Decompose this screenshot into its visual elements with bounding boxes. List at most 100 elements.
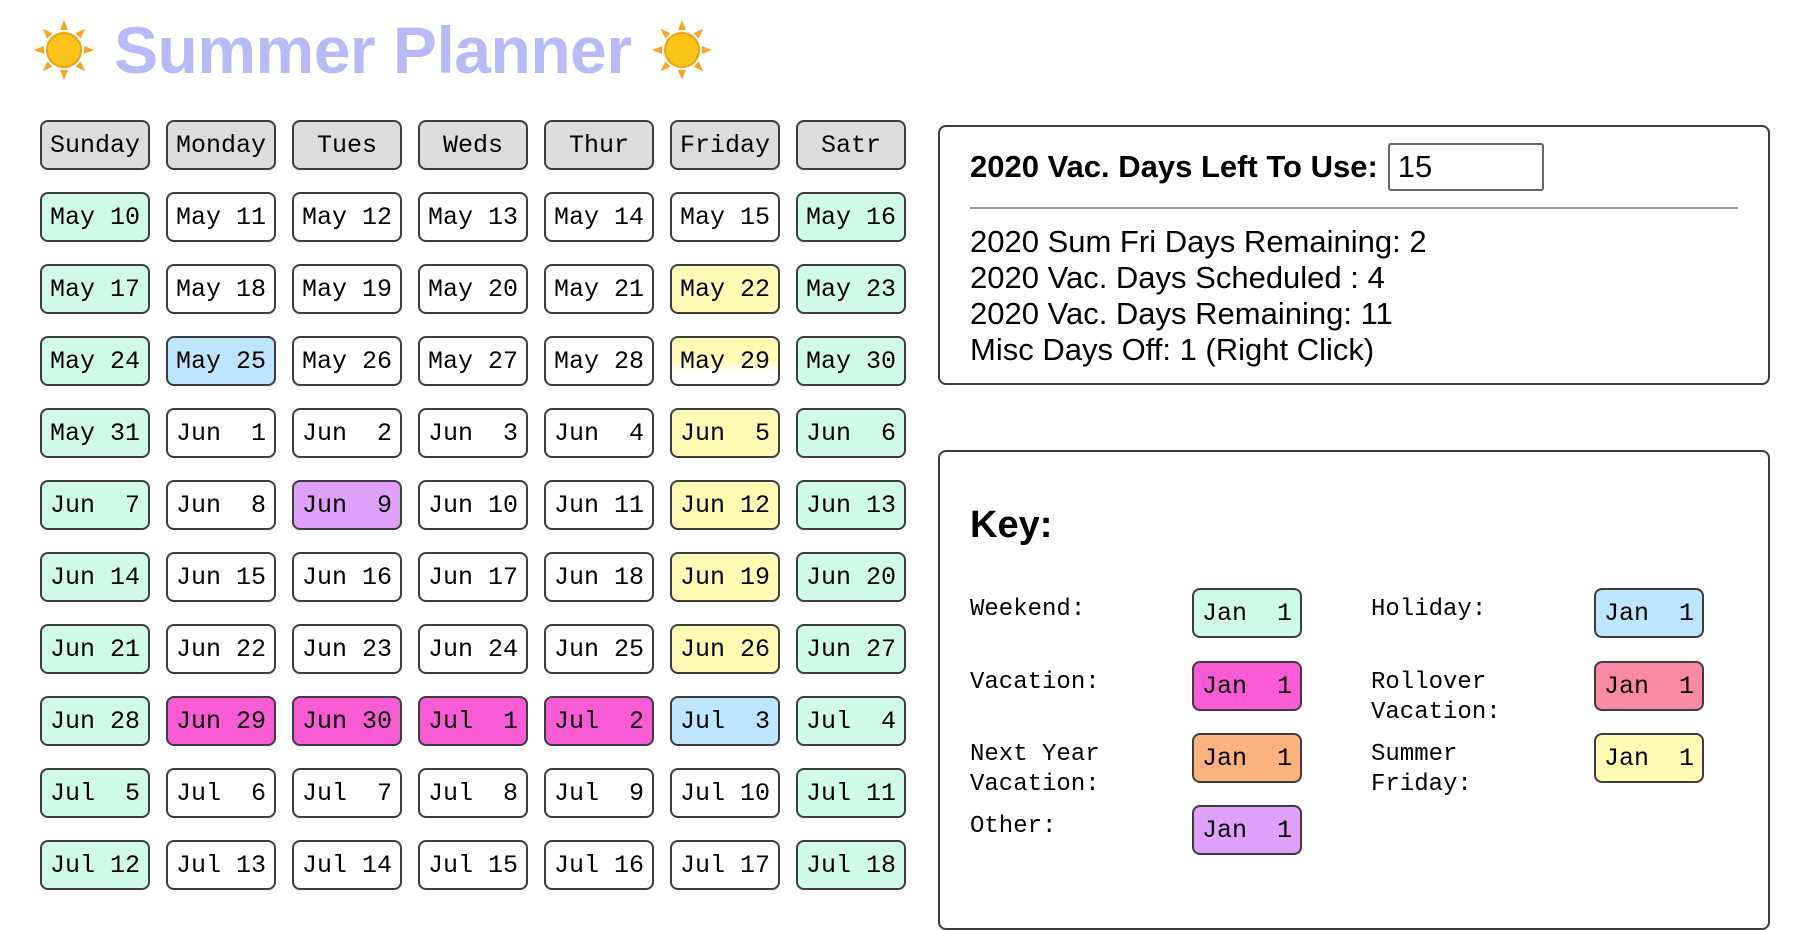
calendar-day-normal[interactable]: Jul 7 xyxy=(292,768,402,818)
day-header: Monday xyxy=(166,120,276,170)
key-label-rollover: Rollover Vacation: xyxy=(1371,669,1501,726)
calendar-day-normal[interactable]: Jun 22 xyxy=(166,624,276,674)
calendar-day-summer-friday[interactable]: Jun 5 xyxy=(670,408,780,458)
calendar-day-weekend[interactable]: May 10 xyxy=(40,192,150,242)
calendar-day-normal[interactable]: May 18 xyxy=(166,264,276,314)
key-label-next-year: Next Year Vacation: xyxy=(970,741,1100,798)
calendar-day-normal[interactable]: Jun 8 xyxy=(166,480,276,530)
calendar-day-weekend[interactable]: May 23 xyxy=(796,264,906,314)
vac-days-label: 2020 Vac. Days Left To Use: xyxy=(970,149,1378,184)
key-swatch-holiday: Jan 1 xyxy=(1594,588,1704,638)
vac-days-remaining: 2020 Vac. Days Remaining: 11 xyxy=(970,296,1393,331)
calendar-day-weekend[interactable]: May 30 xyxy=(796,336,906,386)
key-label-holiday: Holiday: xyxy=(1371,596,1487,623)
vac-days-row: 2020 Vac. Days Left To Use: xyxy=(970,143,1544,191)
key-label-summer-friday: Summer Friday: xyxy=(1371,741,1472,798)
calendar-day-weekend[interactable]: Jun 20 xyxy=(796,552,906,602)
calendar-day-weekend[interactable]: Jun 7 xyxy=(40,480,150,530)
calendar-day-normal[interactable]: Jun 11 xyxy=(544,480,654,530)
calendar-day-weekend[interactable]: May 24 xyxy=(40,336,150,386)
calendar-day-normal[interactable]: May 27 xyxy=(418,336,528,386)
divider xyxy=(970,207,1738,209)
calendar-day-weekend[interactable]: Jun 27 xyxy=(796,624,906,674)
calendar-day-normal[interactable]: Jul 16 xyxy=(544,840,654,890)
calendar-day-normal[interactable]: May 14 xyxy=(544,192,654,242)
key-swatch-next-year: Jan 1 xyxy=(1192,733,1302,783)
vac-days-input[interactable] xyxy=(1387,143,1544,191)
page-title: Summer Planner xyxy=(114,13,632,87)
calendar-day-normal[interactable]: May 13 xyxy=(418,192,528,242)
calendar-day-normal[interactable]: Jun 10 xyxy=(418,480,528,530)
calendar-day-weekend[interactable]: Jul 12 xyxy=(40,840,150,890)
calendar-day-normal[interactable]: May 19 xyxy=(292,264,402,314)
key-swatch-rollover: Jan 1 xyxy=(1594,661,1704,711)
calendar-day-weekend[interactable]: Jul 4 xyxy=(796,696,906,746)
calendar-day-other[interactable]: Jun 9 xyxy=(292,480,402,530)
key-label-vacation: Vacation: xyxy=(970,669,1100,696)
day-header: Thur xyxy=(544,120,654,170)
sum-fri-remaining: 2020 Sum Fri Days Remaining: 2 xyxy=(970,224,1427,259)
calendar-day-normal[interactable]: Jul 15 xyxy=(418,840,528,890)
key-label-weekend: Weekend: xyxy=(970,596,1086,623)
key-label-other: Other: xyxy=(970,813,1057,840)
misc-days-off: Misc Days Off: 1 (Right Click) xyxy=(970,332,1375,367)
calendar-day-normal[interactable]: Jun 24 xyxy=(418,624,528,674)
calendar-day-vacation[interactable]: Jul 1 xyxy=(418,696,528,746)
calendar-day-weekend[interactable]: May 16 xyxy=(796,192,906,242)
key-swatch-vacation: Jan 1 xyxy=(1192,661,1302,711)
calendar-day-weekend[interactable]: Jun 14 xyxy=(40,552,150,602)
calendar-day-normal[interactable]: Jun 2 xyxy=(292,408,402,458)
day-header: Satr xyxy=(796,120,906,170)
calendar-day-normal[interactable]: May 12 xyxy=(292,192,402,242)
calendar-day-summer-friday[interactable]: Jun 26 xyxy=(670,624,780,674)
calendar-day-normal[interactable]: Jul 10 xyxy=(670,768,780,818)
calendar-day-normal[interactable]: Jul 13 xyxy=(166,840,276,890)
page-header: Summer Planner xyxy=(32,10,714,90)
calendar-day-summer-friday-half[interactable]: May 29 xyxy=(670,336,780,386)
stats-panel: 2020 Vac. Days Left To Use: 2020 Sum Fri… xyxy=(938,125,1770,385)
calendar-day-vacation[interactable]: Jul 2 xyxy=(544,696,654,746)
calendar-day-normal[interactable]: Jul 14 xyxy=(292,840,402,890)
calendar-day-normal[interactable]: May 15 xyxy=(670,192,780,242)
calendar-day-weekend[interactable]: Jun 28 xyxy=(40,696,150,746)
calendar-day-normal[interactable]: Jul 9 xyxy=(544,768,654,818)
calendar-day-weekend[interactable]: Jun 21 xyxy=(40,624,150,674)
calendar-day-normal[interactable]: Jul 17 xyxy=(670,840,780,890)
calendar-day-normal[interactable]: Jun 18 xyxy=(544,552,654,602)
calendar-day-summer-friday[interactable]: May 22 xyxy=(670,264,780,314)
stats-lines: 2020 Sum Fri Days Remaining: 2 2020 Vac.… xyxy=(970,224,1427,368)
calendar-day-holiday[interactable]: May 25 xyxy=(166,336,276,386)
calendar-day-weekend[interactable]: Jul 18 xyxy=(796,840,906,890)
day-header: Weds xyxy=(418,120,528,170)
calendar-day-normal[interactable]: May 11 xyxy=(166,192,276,242)
calendar-day-vacation[interactable]: Jun 29 xyxy=(166,696,276,746)
calendar-day-weekend[interactable]: May 17 xyxy=(40,264,150,314)
calendar-day-normal[interactable]: May 21 xyxy=(544,264,654,314)
calendar-day-normal[interactable]: Jun 4 xyxy=(544,408,654,458)
calendar-day-weekend[interactable]: Jun 13 xyxy=(796,480,906,530)
key-swatch-summer-friday: Jan 1 xyxy=(1594,733,1704,783)
calendar-day-vacation[interactable]: Jun 30 xyxy=(292,696,402,746)
calendar-day-normal[interactable]: May 26 xyxy=(292,336,402,386)
calendar-day-normal[interactable]: Jun 15 xyxy=(166,552,276,602)
calendar-day-summer-friday[interactable]: Jun 12 xyxy=(670,480,780,530)
calendar-day-normal[interactable]: Jun 3 xyxy=(418,408,528,458)
sun-icon xyxy=(34,20,94,80)
calendar-day-weekend[interactable]: Jul 11 xyxy=(796,768,906,818)
day-header: Tues xyxy=(292,120,402,170)
calendar-day-normal[interactable]: Jun 16 xyxy=(292,552,402,602)
calendar-day-normal[interactable]: Jun 17 xyxy=(418,552,528,602)
calendar-day-normal[interactable]: Jul 6 xyxy=(166,768,276,818)
calendar-day-normal[interactable]: May 28 xyxy=(544,336,654,386)
calendar-day-normal[interactable]: Jun 23 xyxy=(292,624,402,674)
calendar-day-normal[interactable]: Jun 1 xyxy=(166,408,276,458)
calendar-day-weekend[interactable]: Jul 5 xyxy=(40,768,150,818)
vac-days-scheduled: 2020 Vac. Days Scheduled : 4 xyxy=(970,260,1385,295)
calendar-day-normal[interactable]: Jun 25 xyxy=(544,624,654,674)
calendar-day-weekend[interactable]: May 31 xyxy=(40,408,150,458)
calendar-day-weekend[interactable]: Jun 6 xyxy=(796,408,906,458)
calendar-day-normal[interactable]: Jul 8 xyxy=(418,768,528,818)
calendar-day-summer-friday[interactable]: Jun 19 xyxy=(670,552,780,602)
calendar-day-holiday[interactable]: Jul 3 xyxy=(670,696,780,746)
calendar-day-normal[interactable]: May 20 xyxy=(418,264,528,314)
